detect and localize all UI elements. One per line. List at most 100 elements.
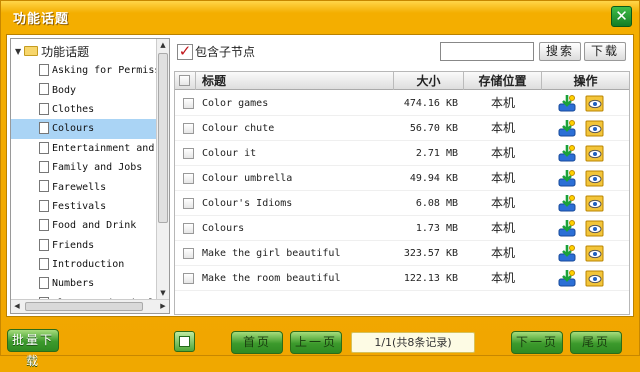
document-icon [39, 257, 49, 270]
window-title: 功能话题 [13, 12, 70, 27]
scroll-right-icon[interactable]: ▶ [157, 300, 169, 312]
row-title: Colour umbrella [202, 173, 293, 184]
download-icon[interactable] [557, 94, 577, 113]
row-checkbox[interactable] [183, 173, 194, 184]
tree-item[interactable]: Asking for Permission [11, 61, 156, 80]
download-icon[interactable] [557, 244, 577, 263]
scroll-left-icon[interactable]: ◀ [11, 300, 23, 312]
tree-item-label: Friends [52, 239, 95, 251]
close-icon[interactable]: ✕ [611, 6, 632, 27]
download-icon[interactable] [557, 269, 577, 288]
download-icon[interactable] [557, 219, 577, 238]
eye-icon[interactable] [585, 244, 605, 263]
row-checkbox[interactable] [183, 223, 194, 234]
scroll-up-icon[interactable]: ▲ [157, 39, 169, 51]
scroll-down-icon[interactable]: ▼ [157, 287, 169, 299]
download-icon[interactable] [557, 119, 577, 138]
document-icon [39, 238, 49, 251]
eye-icon[interactable] [585, 94, 605, 113]
table-row[interactable]: Colour's Idioms 6.08 MB 本机 [175, 191, 629, 216]
include-children-label: 包含子节点 [195, 45, 256, 59]
row-location: 本机 [490, 146, 515, 160]
tree-horizontal-scrollbar[interactable]: ◀ ▶ [11, 299, 169, 313]
tree-item-label: Festivals [52, 200, 107, 212]
eye-icon[interactable] [585, 144, 605, 163]
tree-item-label: Clothes [52, 103, 95, 115]
row-checkbox[interactable] [183, 123, 194, 134]
batch-download-button[interactable]: 批量下载 [7, 329, 59, 368]
tree-root[interactable]: ▼ 功能话题 [15, 43, 89, 59]
tree-item[interactable]: Food and Drink [11, 216, 156, 235]
row-location: 本机 [490, 121, 515, 135]
eye-icon[interactable] [585, 119, 605, 138]
download-icon[interactable] [557, 194, 577, 213]
tree-item[interactable]: Farewells [11, 177, 156, 196]
last-page-button[interactable]: 尾页 [570, 331, 622, 354]
tree-item-label: Colours [52, 123, 95, 135]
tree-item[interactable]: Introduction [11, 255, 156, 274]
table-row[interactable]: Colour chute 56.70 KB 本机 [175, 116, 629, 141]
row-size: 323.57 KB [403, 248, 458, 259]
table-row[interactable]: Colours 1.73 MB 本机 [175, 216, 629, 241]
eye-icon[interactable] [585, 219, 605, 238]
tree-item-label: Introduction [52, 259, 125, 271]
tree-item[interactable]: Festivals [11, 197, 156, 216]
select-all-checkbox[interactable] [179, 75, 190, 86]
row-size: 474.16 KB [403, 98, 458, 109]
tree-item[interactable]: Clothes [11, 100, 156, 119]
image-icon[interactable] [174, 331, 195, 352]
row-title: Make the girl beautiful [202, 248, 341, 259]
row-size: 56.70 KB [409, 123, 458, 134]
document-icon [39, 180, 49, 193]
first-page-button[interactable]: 首页 [231, 331, 283, 354]
row-checkbox[interactable] [183, 148, 194, 159]
download-button[interactable]: 下载 [584, 42, 626, 61]
row-checkbox[interactable] [183, 248, 194, 259]
table-row[interactable]: Make the girl beautiful 323.57 KB 本机 [175, 241, 629, 266]
eye-icon[interactable] [585, 269, 605, 288]
content-panel: ▼ 功能话题 Asking for Permission Body Clothes C… [6, 34, 634, 317]
tree-item[interactable]: Body [11, 80, 156, 99]
row-size: 6.08 MB [415, 198, 458, 209]
tree-item[interactable]: Colours [11, 119, 156, 139]
download-icon[interactable] [557, 169, 577, 188]
scroll-thumb[interactable] [158, 53, 168, 223]
hscroll-thumb[interactable] [25, 302, 143, 311]
row-checkbox[interactable] [183, 198, 194, 209]
row-checkbox[interactable] [183, 273, 194, 284]
expand-triangle-icon[interactable]: ▼ [15, 47, 21, 56]
table-row[interactable]: Color games 474.16 KB 本机 [175, 91, 629, 116]
topic-tree: ▼ 功能话题 Asking for Permission Body Clothes C… [10, 38, 170, 314]
tree-item[interactable]: Friends [11, 236, 156, 255]
document-icon [39, 83, 49, 96]
prev-page-button[interactable]: 上一页 [290, 331, 342, 354]
tree-root-label: 功能话题 [41, 44, 90, 59]
row-checkbox[interactable] [183, 98, 194, 109]
tree-vertical-scrollbar[interactable]: ▲ ▼ [156, 39, 169, 299]
app-window: 功能话题 ✕ ▼ 功能话题 Asking for Permission Body C… [0, 0, 640, 368]
tree-item[interactable]: Numbers [11, 274, 156, 293]
next-page-button[interactable]: 下一页 [511, 331, 563, 354]
table-row[interactable]: Make the room beautiful 122.13 KB 本机 [175, 266, 629, 291]
tree-item-label: Asking for Permission [52, 65, 156, 77]
include-children-checkbox[interactable]: ✓ [177, 43, 193, 60]
tree-item[interactable]: Entertainment and [11, 139, 156, 158]
document-icon [39, 199, 49, 212]
header-action: 操作 [541, 72, 629, 90]
search-input[interactable] [440, 42, 534, 61]
eye-icon[interactable] [585, 169, 605, 188]
include-children-option[interactable]: ✓ 包含子节点 [177, 43, 255, 60]
row-title: Make the room beautiful [202, 273, 341, 284]
table-row[interactable]: Colour umbrella 49.94 KB 本机 [175, 166, 629, 191]
page-info: 1/1(共8条记录) [351, 332, 475, 353]
header-select-all[interactable] [175, 72, 195, 90]
download-icon[interactable] [557, 144, 577, 163]
folder-icon [24, 46, 39, 56]
search-button[interactable]: 搜索 [539, 42, 581, 61]
table-row[interactable]: Colour it 2.71 MB 本机 [175, 141, 629, 166]
document-icon [39, 64, 49, 76]
eye-icon[interactable] [585, 194, 605, 213]
tree-item[interactable]: Family and Jobs [11, 158, 156, 177]
row-location: 本机 [490, 271, 515, 285]
document-icon [39, 122, 49, 135]
